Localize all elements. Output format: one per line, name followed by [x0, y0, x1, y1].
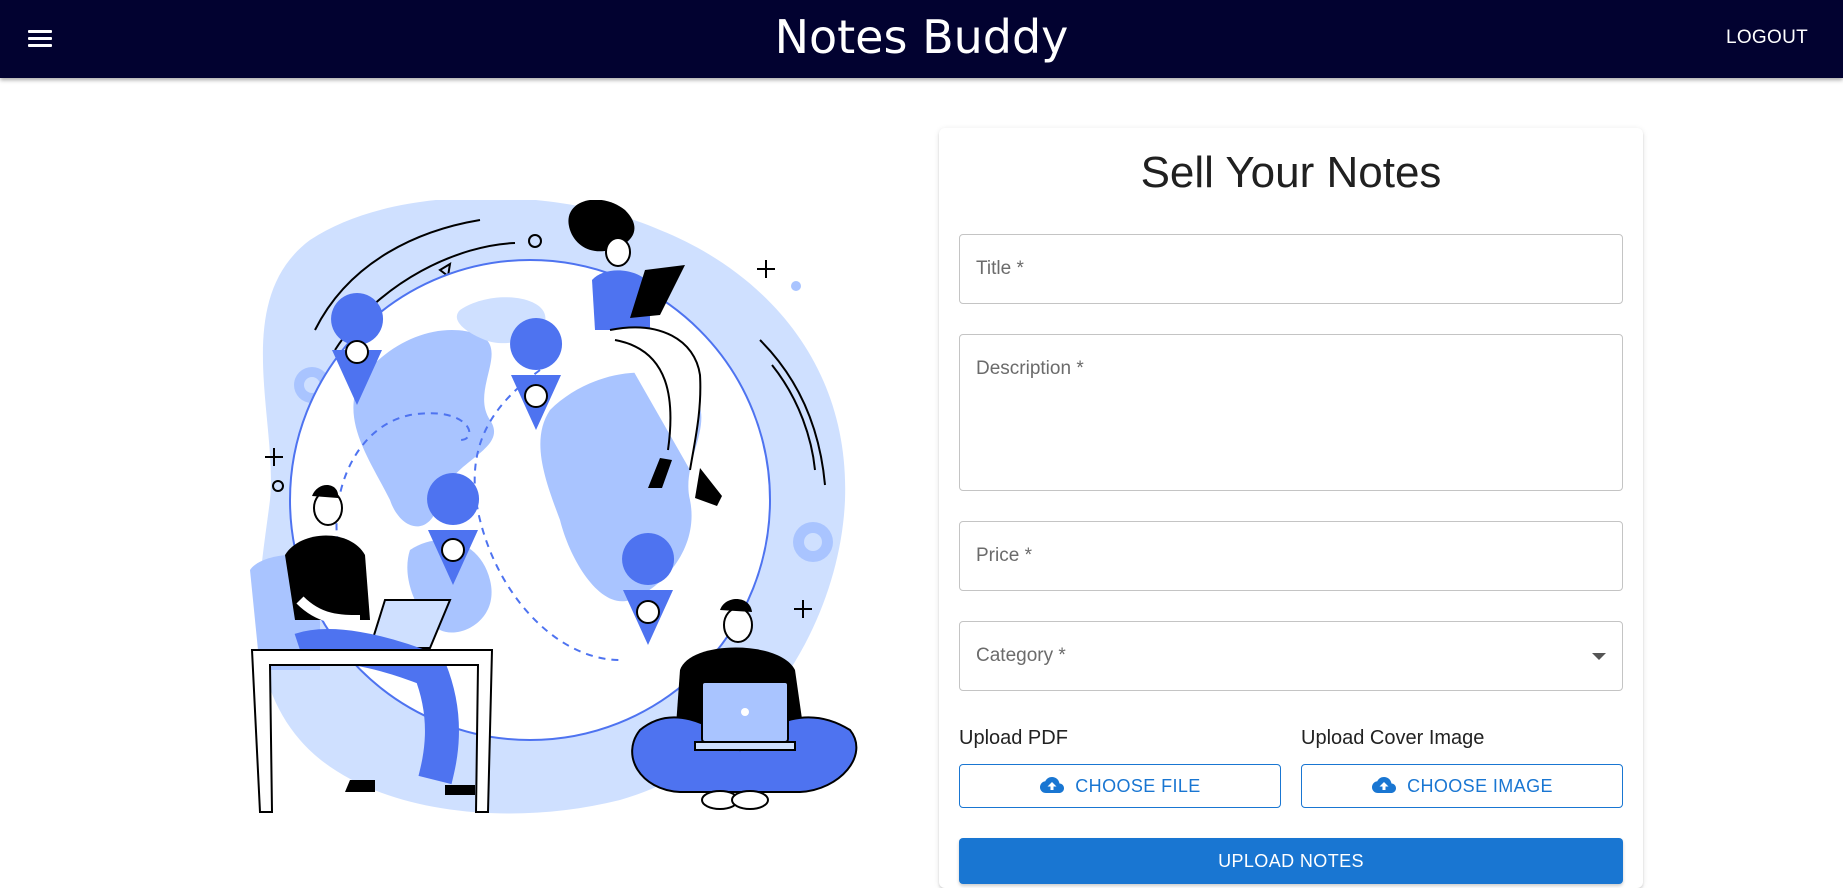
- upload-notes-button[interactable]: UPLOAD NOTES: [959, 838, 1623, 884]
- title-placeholder: Title *: [976, 258, 1024, 279]
- logout-button[interactable]: LOGOUT: [1726, 27, 1808, 49]
- upload-pdf-label: Upload PDF: [959, 727, 1068, 749]
- title-input[interactable]: Title *: [959, 234, 1623, 304]
- category-placeholder: Category *: [976, 645, 1066, 666]
- choose-file-label: CHOOSE FILE: [1075, 775, 1201, 796]
- price-placeholder: Price *: [976, 545, 1032, 566]
- cloud-upload-icon: [1372, 777, 1397, 793]
- form-heading: Sell Your Notes: [1140, 148, 1442, 197]
- globe-illustration: [250, 200, 858, 814]
- sell-notes-form-card: Sell Your Notes Title * Description * Pr…: [939, 128, 1643, 888]
- choose-image-button[interactable]: CHOOSE IMAGE: [1301, 764, 1623, 808]
- cloud-upload-icon: [1040, 777, 1065, 793]
- app-title: Notes Buddy: [774, 10, 1069, 64]
- choose-image-label: CHOOSE IMAGE: [1407, 775, 1553, 796]
- upload-cover-image-label: Upload Cover Image: [1301, 727, 1485, 749]
- app-bar: Notes Buddy LOGOUT: [0, 0, 1843, 78]
- description-textarea[interactable]: Description *: [959, 334, 1623, 491]
- description-placeholder: Description *: [976, 358, 1084, 379]
- category-select[interactable]: Category *: [959, 621, 1623, 691]
- dropdown-arrow-icon: [1592, 653, 1606, 660]
- choose-file-button[interactable]: CHOOSE FILE: [959, 764, 1281, 808]
- price-input[interactable]: Price *: [959, 521, 1623, 591]
